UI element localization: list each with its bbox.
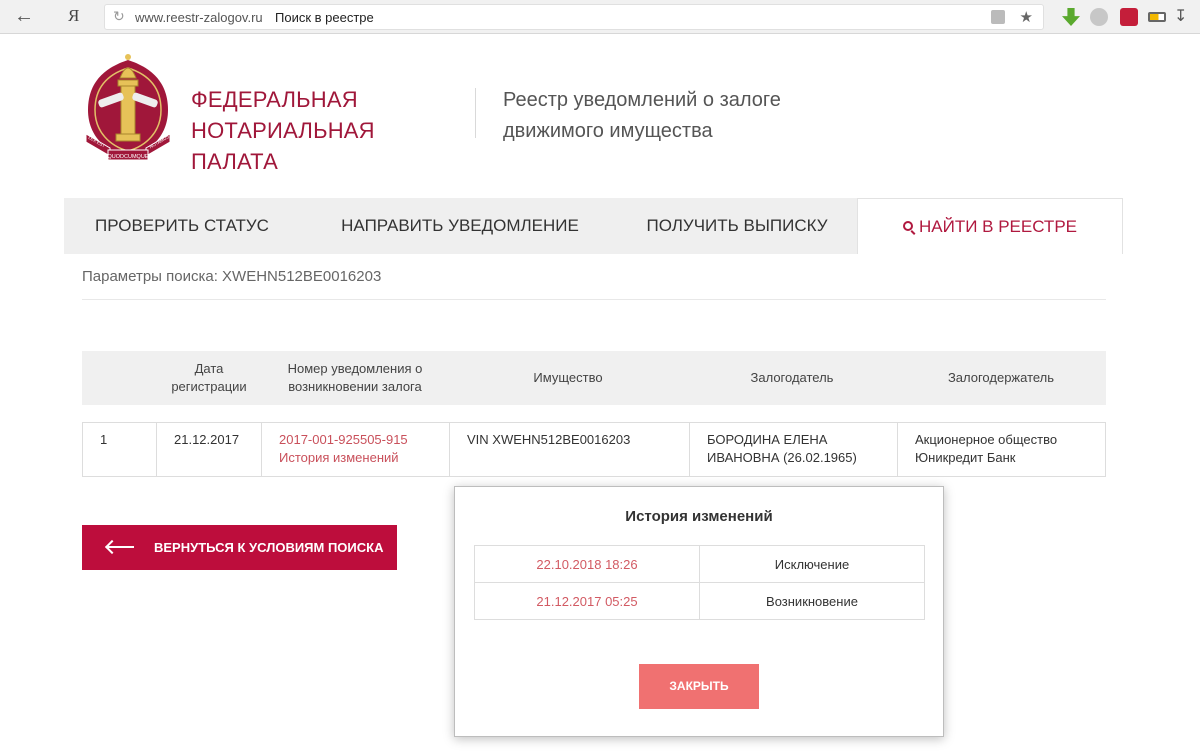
cell-num: 1 [83,423,157,476]
org-name-line1: ФЕДЕРАЛЬНАЯ [191,87,358,112]
history-row: 21.12.2017 05:25 Возникновение [474,582,925,620]
protect-icon[interactable] [991,10,1005,24]
extension-icon[interactable] [1090,8,1108,26]
col-header-pledgee: Залогодержатель [947,370,1055,385]
col-header-property: Имущество [533,370,603,385]
nav-check-status[interactable]: ПРОВЕРИТЬ СТАТУС [64,198,300,254]
back-to-search-button[interactable]: ВЕРНУТЬСЯ К УСЛОВИЯМ ПОИСКА [82,525,397,570]
address-url: www.reestr-zalogov.ru [135,10,263,25]
organization-name[interactable]: ФЕДЕРАЛЬНАЯ НОТАРИАЛЬНАЯ ПАЛАТА [191,84,461,177]
close-button[interactable]: ЗАКРЫТЬ [639,664,759,709]
cell-pledgor: БОРОДИНА ЕЛЕНА ИВАНОВНА (26.02.1965) [690,423,898,476]
browser-toolbar: ← Я ↻ www.reestr-zalogov.ru Поиск в реес… [0,0,1200,34]
nav-find-label: НАЙТИ В РЕЕСТРЕ [918,217,1077,236]
reload-icon[interactable]: ↻ [113,8,125,25]
col-header-date: Дата регистрации [171,361,247,394]
bookmark-star-icon[interactable]: ★ [1020,8,1033,26]
divider [82,299,1106,300]
modal-title: История изменений [625,508,773,525]
nav-find-in-registry[interactable]: НАЙТИ В РЕЕСТРЕ [857,198,1123,254]
history-table: 22.10.2018 18:26 Исключение 21.12.2017 0… [474,545,925,620]
history-datetime[interactable]: 21.12.2017 05:25 [474,582,700,620]
history-event: Исключение [699,545,925,583]
download-extension-icon[interactable] [1062,8,1080,26]
notice-number-link[interactable]: 2017-001-925505-915 [279,431,449,449]
registry-title-line2: движимого имущества [503,120,713,142]
results-table-header: Дата регистрации Номер уведомления о воз… [82,351,1106,405]
registry-title-line1: Реестр уведомлений о залоге [503,89,781,111]
notary-chamber-logo[interactable]: QUODCUMQUE LEX EST NOTAMUS [80,48,176,170]
history-event: Возникновение [699,582,925,620]
nav-send-notice[interactable]: НАПРАВИТЬ УВЕДОМЛЕНИЕ [320,198,600,254]
history-row: 22.10.2018 18:26 Исключение [474,545,925,583]
cell-date: 21.12.2017 [157,423,262,476]
cell-property: VIN XWEHN512BE0016203 [450,423,690,476]
address-bar[interactable]: ↻ www.reestr-zalogov.ru Поиск в реестре … [104,4,1044,30]
history-modal: История изменений 22.10.2018 18:26 Исклю… [454,486,944,737]
arrow-left-icon [108,546,134,548]
header-divider [475,88,476,138]
main-nav: ПРОВЕРИТЬ СТАТУС НАПРАВИТЬ УВЕДОМЛЕНИЕ П… [64,198,1123,254]
col-header-num [82,351,156,405]
history-datetime[interactable]: 22.10.2018 18:26 [474,545,700,583]
table-row: 1 21.12.2017 2017-001-925505-915 История… [82,422,1106,477]
logo-ribbon-center: QUODCUMQUE [108,154,149,160]
battery-icon [1148,12,1166,22]
cell-notice: 2017-001-925505-915 История изменений [262,423,450,476]
back-arrow-icon[interactable]: ← [14,6,38,28]
search-icon [902,221,913,231]
col-header-notice: Номер уведомления о возникновении залога [287,361,423,394]
search-params: Параметры поиска: XWEHN512BE0016203 [82,268,382,285]
back-button-label: ВЕРНУТЬСЯ К УСЛОВИЯМ ПОИСКА [154,540,384,555]
yandex-icon[interactable]: Я [68,6,84,26]
extension-badge-icon[interactable] [1120,8,1138,26]
nav-get-extract[interactable]: ПОЛУЧИТЬ ВЫПИСКУ [620,198,854,254]
address-page-title: Поиск в реестре [275,10,374,25]
col-header-pledgor: Залогодатель [750,370,834,385]
registry-title: Реестр уведомлений о залоге движимого им… [503,85,833,147]
downloads-icon[interactable]: ↧ [1174,6,1187,26]
org-name-line2: НОТАРИАЛЬНАЯ ПАЛАТА [191,118,375,174]
cell-pledgee: Акционерное общество Юникредит Банк [915,432,1058,465]
history-link[interactable]: История изменений [279,449,449,467]
